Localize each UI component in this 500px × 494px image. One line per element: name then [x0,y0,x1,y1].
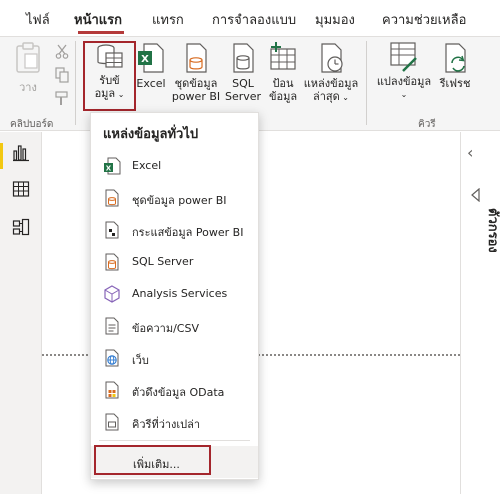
enter-data-label-1: ป้อน [272,77,294,90]
dropdown-title: แหล่งข้อมูลทั่วไป [103,127,199,142]
format-painter-icon[interactable] [55,91,69,107]
enter-data-label-2: ข้อมูล [268,90,298,103]
excel-icon: X [138,43,164,73]
transform-data-label: แปลงข้อมูล [376,75,432,88]
dataflow-icon [105,221,119,239]
recent-sources-clock-icon [321,43,343,73]
recent-label-1: แหล่งข้อมูล [303,77,359,90]
refresh-button[interactable]: รีเฟรช [436,43,474,90]
dropdown-item-odata-feed[interactable]: ตัวดึงข้อมูล OData [91,375,258,405]
queries-group-label: คิวรี [418,119,436,130]
excel-label: Excel [136,77,166,90]
text-csv-icon [105,317,119,335]
report-view-icon[interactable] [12,144,30,162]
active-view-indicator [0,143,3,169]
dropdown-item-excel[interactable]: X Excel [91,151,258,181]
paste-label: วาง [19,81,37,94]
more-label: เพิ่มเติม... [133,458,180,471]
analysis-services-icon [104,285,120,303]
refresh-icon [445,43,466,73]
dropdown-item-label: ตัวดึงข้อมูล OData [132,386,225,399]
chevron-down-icon: ⌄ [339,93,350,102]
tab-view[interactable]: มุมมอง [315,9,355,30]
sql-server-button[interactable]: SQL Server [225,43,261,103]
web-icon [105,349,119,367]
dropdown-item-blank-query[interactable]: คิวรีที่ว่างเปล่า [91,407,258,437]
dropdown-item-label: Excel [132,159,162,172]
enter-data-table-icon [270,42,296,70]
dataset-icon [186,43,207,73]
dataset-label-1: ชุดข้อมูล [174,77,218,90]
sql-label-1: SQL [232,77,254,90]
dropdown-item-powerbi-dataflows[interactable]: กระแสข้อมูล Power BI [91,215,258,245]
refresh-label: รีเฟรช [439,77,471,90]
dropdown-item-powerbi-datasets[interactable]: ชุดข้อมูล power BI [91,183,258,213]
excel-button[interactable]: X Excel [136,43,166,90]
filters-pane-label[interactable]: ตัวกรอง [482,208,500,253]
dropdown-item-sql-server[interactable]: SQL Server [91,247,258,277]
dropdown-item-label: เว็บ [132,354,149,367]
recent-sources-button[interactable]: แหล่งข้อมูล ล่าสุด ⌄ [303,43,359,104]
get-data-highlight [83,41,136,111]
dropdown-item-label: กระแสข้อมูล Power BI [132,226,244,239]
paste-icon [16,42,40,73]
enter-data-button[interactable]: ป้อน ข้อมูล [266,41,300,103]
view-rail [0,132,42,494]
clipboard-group-label: คลิปบอร์ด [10,119,54,130]
filter-funnel-icon [471,188,480,202]
svg-text:X: X [106,165,112,173]
data-view-icon[interactable] [12,180,30,198]
excel-icon: X [104,157,121,175]
recent-label-2: ล่าสุด ⌄ [312,90,350,103]
ribbon-separator [75,41,76,125]
dropdown-divider [99,440,250,441]
transform-data-icon [390,42,417,72]
dropdown-item-analysis-services[interactable]: Analysis Services [91,279,258,309]
tab-home[interactable]: หน้าแรก [74,9,122,30]
get-data-dropdown: แหล่งข้อมูลทั่วไป X Excel ชุดข้อมูล powe… [90,112,259,480]
ribbon-separator [366,41,367,125]
dataset-icon [105,189,119,207]
dropdown-item-label: SQL Server [132,255,194,268]
tab-insert[interactable]: แทรก [152,9,184,30]
dataset-label-2: power BI [171,90,221,103]
dropdown-item-label: ชุดข้อมูล power BI [132,194,227,207]
filters-pane [460,132,500,494]
sql-server-icon [233,43,254,73]
svg-text:X: X [141,54,149,65]
model-view-icon[interactable] [12,218,30,236]
sql-label-2: Server [225,90,262,103]
collapse-pane-icon[interactable]: ‹ [467,143,473,162]
dropdown-item-text-csv[interactable]: ข้อความ/CSV [91,311,258,341]
tab-file[interactable]: ไฟล์ [26,9,50,30]
sql-server-icon [105,253,119,271]
blank-query-icon [105,413,119,431]
dropdown-item-web[interactable]: เว็บ [91,343,258,373]
dropdown-item-label: คิวรีที่ว่างเปล่า [132,418,201,431]
active-tab-indicator [78,31,124,34]
dropdown-item-label: ข้อความ/CSV [132,322,199,335]
cut-icon[interactable] [55,43,69,59]
copy-icon[interactable] [55,67,69,83]
paste-button[interactable]: วาง [8,41,48,94]
ribbon-tabs: ไฟล์ หน้าแรก แทรก การจำลองแบบ มุมมอง ควา… [0,0,500,36]
tab-help[interactable]: ความช่วยเหลือ [382,9,466,30]
odata-icon [105,381,119,399]
more-button[interactable]: เพิ่มเติม... [94,445,211,475]
transform-data-button[interactable]: แปลงข้อมูล ⌄ [374,41,434,101]
dropdown-item-label: Analysis Services [132,287,228,300]
tab-modeling[interactable]: การจำลองแบบ [212,9,296,30]
chevron-down-icon: ⌄ [400,90,408,99]
powerbi-datasets-button[interactable]: ชุดข้อมูล power BI [170,43,222,103]
